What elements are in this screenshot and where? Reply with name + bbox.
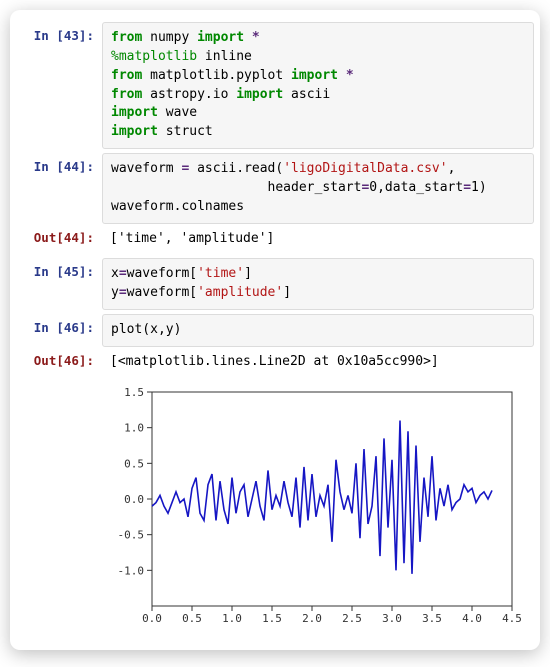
svg-text:1.0: 1.0: [222, 612, 242, 625]
svg-text:1.5: 1.5: [262, 612, 282, 625]
svg-text:4.0: 4.0: [462, 612, 482, 625]
svg-text:0.0: 0.0: [124, 493, 144, 506]
line-chart: -1.0 -0.5 0.0 0.5 1.0 1.5 0.0 0.5 1.0 1.5 2.0 2.5 3.…: [102, 382, 522, 632]
svg-text:1.0: 1.0: [124, 421, 144, 434]
svg-text:4.5: 4.5: [502, 612, 522, 625]
notebook-container: In [43]: from numpy import * %matplotlib…: [10, 10, 540, 650]
in-prompt: In [43]:: [16, 22, 102, 43]
svg-text:-1.0: -1.0: [118, 564, 145, 577]
cell-43: In [43]: from numpy import * %matplotlib…: [16, 22, 534, 149]
plot-output: -1.0 -0.5 0.0 0.5 1.0 1.5 0.0 0.5 1.0 1.5 2.0 2.5 3.…: [16, 378, 534, 632]
cell-output: [<matplotlib.lines.Line2D at 0x10a5cc990…: [102, 347, 534, 378]
svg-text:3.5: 3.5: [422, 612, 442, 625]
svg-text:0.5: 0.5: [182, 612, 202, 625]
svg-text:2.0: 2.0: [302, 612, 322, 625]
out-prompt: Out[44]:: [16, 224, 102, 245]
code-input[interactable]: x=waveform['time'] y=waveform['amplitude…: [102, 258, 534, 310]
code-input[interactable]: from numpy import * %matplotlib inline f…: [102, 22, 534, 149]
out-prompt: Out[46]:: [16, 347, 102, 368]
in-prompt: In [45]:: [16, 258, 102, 279]
cell-output: ['time', 'amplitude']: [102, 224, 534, 255]
in-prompt: In [46]:: [16, 314, 102, 335]
svg-text:0.0: 0.0: [142, 612, 162, 625]
svg-text:0.5: 0.5: [124, 457, 144, 470]
in-prompt: In [44]:: [16, 153, 102, 174]
svg-text:3.0: 3.0: [382, 612, 402, 625]
svg-text:2.5: 2.5: [342, 612, 362, 625]
cell-46: In [46]: plot(x,y) Out[46]: [<matplotlib…: [16, 314, 534, 632]
svg-text:1.5: 1.5: [124, 386, 144, 399]
code-input[interactable]: plot(x,y): [102, 314, 534, 347]
cell-44: In [44]: waveform = ascii.read('ligoDigi…: [16, 153, 534, 254]
cell-45: In [45]: x=waveform['time'] y=waveform['…: [16, 258, 534, 310]
code-input[interactable]: waveform = ascii.read('ligoDigitalData.c…: [102, 153, 534, 224]
svg-text:-0.5: -0.5: [118, 528, 145, 541]
